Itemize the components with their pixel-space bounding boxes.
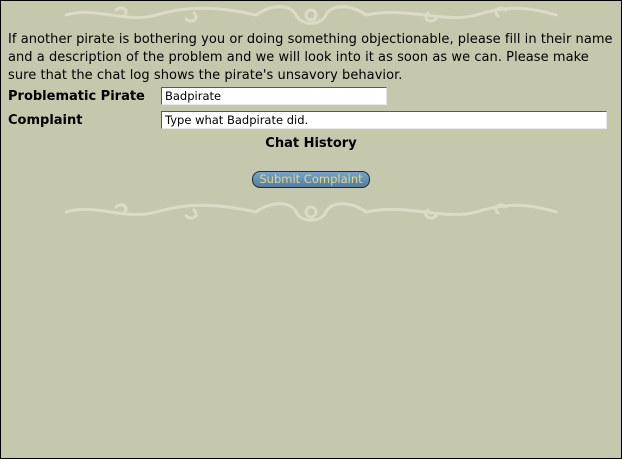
bottom-scroll-ornament <box>64 202 558 222</box>
complaint-label: Complaint <box>8 112 83 128</box>
intro-text: If another pirate is bothering you or do… <box>8 32 613 83</box>
complaint-input[interactable]: Type what Badpirate did. <box>161 111 607 129</box>
pirate-name-input[interactable]: Badpirate <box>161 87 387 105</box>
top-scroll-ornament <box>64 5 558 25</box>
pirate-label: Problematic Pirate <box>8 88 145 104</box>
complaint-row: Complaint Type what Badpirate did. <box>8 110 607 130</box>
pirate-row: Problematic Pirate Badpirate <box>8 86 387 106</box>
complaint-panel: If another pirate is bothering you or do… <box>0 0 622 459</box>
chat-history-heading: Chat History <box>265 136 357 151</box>
submit-complaint-button[interactable]: Submit Complaint <box>252 171 370 188</box>
